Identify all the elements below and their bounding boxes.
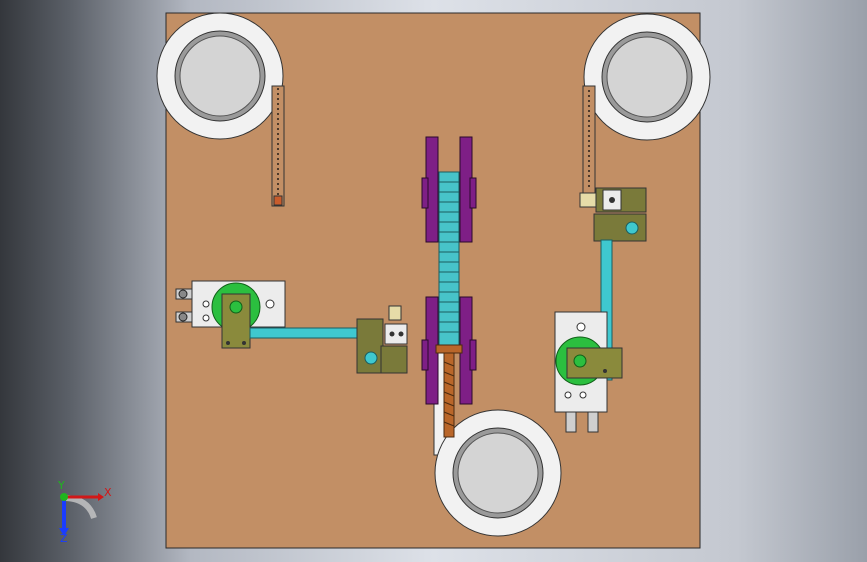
axis-triad: X Y Z <box>57 479 112 545</box>
cad-viewport[interactable]: X Y Z <box>0 0 867 562</box>
x-axis-label: X <box>104 486 112 499</box>
y-axis-dot <box>60 493 68 501</box>
y-axis-label: Y <box>57 479 65 492</box>
z-axis-label: Z <box>60 532 68 545</box>
left-cylinder-rod[interactable] <box>249 327 361 339</box>
